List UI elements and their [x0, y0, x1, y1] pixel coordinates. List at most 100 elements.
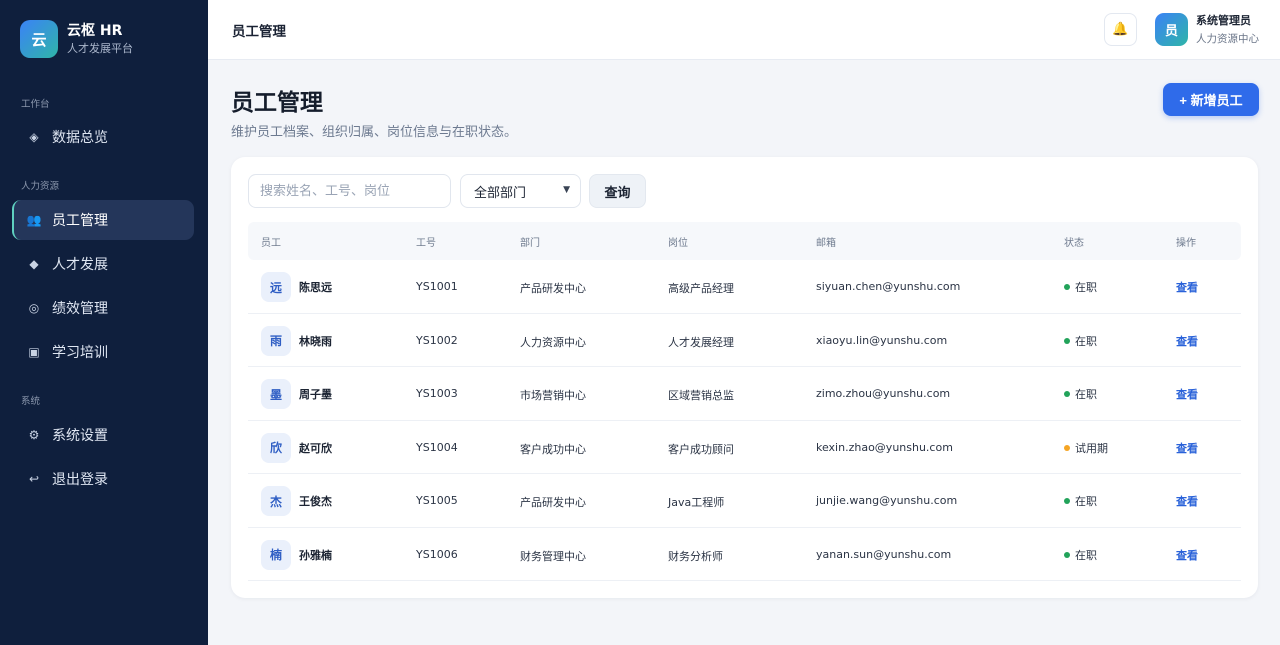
- employee-department: 财务管理中心: [520, 549, 586, 563]
- table-row: 远陈思远 YS1001 产品研发中心 高级产品经理 siyuan.chen@yunshu…: [248, 260, 1241, 314]
- employee-name: 王俊杰: [299, 495, 332, 508]
- employee-id: YS1004: [416, 440, 458, 454]
- view-employee-link[interactable]: 查看: [1176, 493, 1198, 509]
- sidebar-item-label: 学习培训: [52, 345, 108, 361]
- column-header-department: 部门: [520, 238, 540, 249]
- table-row: 墨周子墨 YS1003 市场营销中心 区域营销总监 zimo.zhou@yunshu.c…: [248, 367, 1241, 421]
- page-description: 维护员工档案、组织归属、岗位信息与在职状态。: [231, 125, 518, 140]
- table-row: 楠孙雅楠 YS1006 财务管理中心 财务分析师 yanan.sun@yunshu.co…: [248, 528, 1241, 581]
- department-select[interactable]: 全部部门 ▼: [460, 174, 581, 208]
- sidebar-item-overview[interactable]: ◈ 数据总览: [12, 117, 194, 157]
- status-badge: 在职: [1064, 547, 1097, 563]
- employee-position: 财务分析师: [668, 549, 723, 563]
- column-header-employee: 员工: [261, 238, 281, 249]
- sidebar-item-logout[interactable]: ↩ 退出登录: [12, 459, 194, 499]
- column-header-action: 操作: [1176, 238, 1196, 249]
- bell-icon: 🔔: [1112, 22, 1129, 37]
- employee-name: 赵可欣: [299, 441, 332, 455]
- user-avatar[interactable]: 员: [1155, 13, 1188, 46]
- employee-email: siyuan.chen@yunshu.com: [816, 280, 961, 293]
- employee-email: xiaoyu.lin@yunshu.com: [816, 333, 948, 347]
- view-employee-link[interactable]: 查看: [1176, 279, 1198, 295]
- topbar: 员工管理 🔔 员 系统管理员 人力资源中心: [208, 0, 1280, 60]
- view-employee-link[interactable]: 查看: [1176, 547, 1198, 563]
- page-title: 员工管理: [231, 90, 323, 116]
- brand-logo: 云: [20, 20, 58, 58]
- view-employee-link[interactable]: 查看: [1176, 386, 1198, 402]
- table-row: 欣赵可欣 YS1004 客户成功中心 客户成功顾问 kexin.zhao@yunshu.…: [248, 421, 1241, 474]
- sidebar-item-label: 数据总览: [52, 130, 108, 146]
- sidebar-item-talent[interactable]: ◆ 人才发展: [12, 244, 194, 284]
- status-label: 在职: [1075, 495, 1097, 508]
- employee-department: 产品研发中心: [520, 282, 586, 295]
- status-label: 在职: [1075, 388, 1097, 401]
- employee-avatar: 楠: [261, 539, 291, 570]
- column-header-id: 工号: [416, 238, 436, 249]
- employee-name: 周子墨: [299, 388, 332, 401]
- status-badge: 试用期: [1064, 440, 1108, 456]
- employee-avatar: 远: [261, 272, 291, 302]
- status-dot-icon: [1064, 551, 1070, 558]
- table-row: 杰王俊杰 YS1005 产品研发中心 Java工程师 junjie.wang@yunsh…: [248, 474, 1241, 528]
- user-role: 人力资源中心: [1196, 33, 1259, 45]
- status-badge: 在职: [1064, 279, 1097, 295]
- employee-email: junjie.wang@yunshu.com: [816, 494, 958, 507]
- employee-card: 全部部门 ▼ 查询 员工 工号 部门 岗位 邮箱 状态 操作 远陈思远 YS100…: [231, 157, 1258, 598]
- employee-id: YS1005: [416, 494, 458, 507]
- employee-email: zimo.zhou@yunshu.com: [816, 387, 951, 400]
- brand-subtitle: 人才发展平台: [67, 41, 133, 55]
- status-label: 在职: [1075, 548, 1097, 562]
- sidebar-item-training[interactable]: ▣ 学习培训: [12, 332, 194, 372]
- employee-department: 市场营销中心: [520, 389, 586, 402]
- employee-position: 高级产品经理: [668, 282, 734, 295]
- sidebar: 云 云枢 HR 人才发展平台 工作台 ◈ 数据总览 人力资源 👥 员工管理 ◆ …: [0, 0, 208, 645]
- sidebar-item-employees[interactable]: 👥 员工管理: [12, 200, 194, 240]
- logout-icon: ↩: [28, 472, 40, 486]
- status-dot-icon: [1064, 284, 1070, 290]
- sidebar-item-label: 员工管理: [52, 213, 108, 229]
- employee-avatar: 欣: [261, 432, 291, 463]
- sidebar-item-label: 绩效管理: [52, 301, 108, 317]
- employee-name: 孙雅楠: [299, 548, 332, 562]
- sidebar-item-performance[interactable]: ◎ 绩效管理: [12, 288, 194, 328]
- status-dot-icon: [1064, 337, 1070, 344]
- user-name: 系统管理员: [1196, 14, 1251, 27]
- status-dot-icon: [1064, 391, 1070, 397]
- brand: 云 云枢 HR 人才发展平台: [20, 20, 133, 58]
- brand-title: 云枢 HR: [67, 22, 123, 39]
- view-employee-link[interactable]: 查看: [1176, 333, 1198, 349]
- employee-position: 客户成功顾问: [668, 442, 734, 456]
- employee-email: yanan.sun@yunshu.com: [816, 547, 952, 561]
- status-badge: 在职: [1064, 386, 1097, 402]
- diamond-solid-icon: ◆: [29, 257, 39, 271]
- add-employee-button[interactable]: + 新增员工: [1163, 83, 1259, 116]
- people-icon: 👥: [26, 213, 42, 227]
- query-button[interactable]: 查询: [589, 174, 646, 208]
- chevron-down-icon: ▼: [563, 185, 570, 195]
- column-header-email: 邮箱: [816, 238, 836, 249]
- status-dot-icon: [1064, 498, 1070, 504]
- employee-name: 陈思远: [299, 281, 332, 294]
- diamond-icon: ◈: [29, 130, 39, 144]
- employee-name: 林晓雨: [299, 334, 332, 348]
- table-body: 远陈思远 YS1001 产品研发中心 高级产品经理 siyuan.chen@yunshu…: [248, 260, 1241, 581]
- sidebar-item-settings[interactable]: ⚙ 系统设置: [12, 415, 194, 455]
- status-dot-icon: [1064, 444, 1070, 451]
- nav-section-hr: 人力资源: [21, 181, 60, 192]
- column-header-position: 岗位: [668, 238, 688, 249]
- employee-department: 人力资源中心: [520, 335, 586, 349]
- search-input[interactable]: [248, 174, 451, 208]
- column-header-status: 状态: [1064, 238, 1084, 249]
- gear-icon: ⚙: [28, 428, 40, 442]
- employee-department: 产品研发中心: [520, 496, 586, 509]
- topbar-title: 员工管理: [232, 24, 286, 40]
- nav-section-workbench: 工作台: [21, 99, 50, 110]
- view-employee-link[interactable]: 查看: [1176, 440, 1198, 456]
- table-row: 雨林晓雨 YS1002 人力资源中心 人才发展经理 xiaoyu.lin@yunshu.…: [248, 314, 1241, 367]
- sidebar-item-label: 系统设置: [52, 428, 108, 444]
- employee-id: YS1006: [416, 547, 458, 561]
- square-icon: ▣: [28, 345, 40, 359]
- notification-button[interactable]: 🔔: [1104, 13, 1137, 46]
- employee-position: Java工程师: [668, 496, 725, 509]
- status-label: 在职: [1075, 334, 1097, 348]
